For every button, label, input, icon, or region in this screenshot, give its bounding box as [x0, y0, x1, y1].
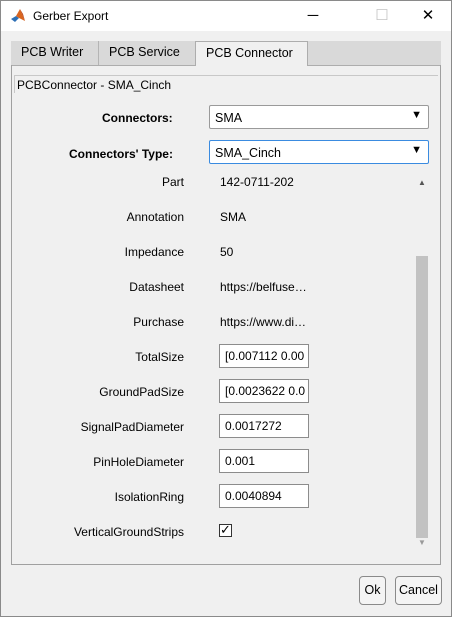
property-value-part: 142-0711-202: [220, 175, 294, 189]
chevron-down-icon: ▼: [411, 144, 422, 156]
close-button[interactable]: ✕: [405, 1, 451, 31]
property-label-purchase: Purchase: [133, 315, 184, 329]
connectors-label: Connectors:: [102, 111, 173, 125]
window-title: Gerber Export: [33, 9, 109, 23]
cancel-button[interactable]: Cancel: [395, 576, 442, 605]
property-label-pin-hole-diameter: PinHoleDiameter: [93, 455, 184, 469]
vertical-ground-strips-checkbox[interactable]: ✓: [219, 522, 232, 537]
chevron-down-icon: ▼: [411, 109, 422, 121]
minimize-icon: ─: [307, 7, 319, 24]
property-label-vertical-ground-strips: VerticalGroundStrips: [73, 525, 184, 539]
tab-pcb-connector[interactable]: PCB Connector: [195, 41, 308, 66]
property-value-annotation: SMA: [220, 210, 247, 224]
maximize-button: ☐: [359, 1, 405, 31]
tab-bar: PCB Writer PCB Service PCB Connector: [11, 41, 441, 66]
connectors-dropdown[interactable]: SMA ▼: [209, 105, 429, 129]
isolation-ring-field[interactable]: 0.0040894: [219, 484, 309, 508]
property-label-part: Part: [161, 175, 184, 189]
total-size-field[interactable]: [0.007112 0.00: [219, 344, 309, 368]
scroll-up-arrow-icon[interactable]: ▲: [416, 178, 428, 190]
tab-pcb-service[interactable]: PCB Service: [99, 41, 196, 65]
property-value-purchase[interactable]: https://www.di…: [220, 315, 306, 329]
property-label-annotation: Annotation: [126, 210, 184, 224]
tab-pcb-writer[interactable]: PCB Writer: [11, 41, 99, 65]
property-label-signal-pad-diameter: SignalPadDiameter: [80, 420, 184, 434]
connectors-type-dropdown[interactable]: SMA_Cinch ▼: [209, 140, 429, 164]
ok-button[interactable]: Ok: [359, 576, 386, 605]
maximize-icon: ☐: [375, 7, 389, 24]
property-label-impedance: Impedance: [124, 245, 184, 259]
scrollbar-thumb[interactable]: [416, 256, 428, 538]
ground-pad-size-field[interactable]: [0.0023622 0.0: [219, 379, 309, 403]
connectors-selected-value: SMA: [215, 111, 243, 125]
connectors-type-label: Connectors' Type:: [69, 147, 173, 161]
title-bar: Gerber Export ─ ☐ ✕: [1, 1, 451, 31]
property-label-datasheet: Datasheet: [129, 280, 184, 294]
property-value-impedance: 50: [220, 245, 234, 259]
property-label-ground-pad-size: GroundPadSize: [99, 385, 184, 399]
property-label-isolation-ring: IsolationRing: [114, 490, 184, 504]
property-label-total-size: TotalSize: [135, 350, 184, 364]
minimize-button[interactable]: ─: [290, 1, 336, 31]
matlab-logo-icon: [11, 9, 25, 22]
scroll-down-arrow-icon[interactable]: ▼: [416, 538, 428, 550]
property-value-datasheet[interactable]: https://belfuse…: [220, 280, 307, 294]
pin-hole-diameter-field[interactable]: 0.001: [219, 449, 309, 473]
panel-title: PCBConnector - SMA_Cinch: [17, 78, 176, 92]
close-icon: ✕: [421, 7, 435, 24]
checkmark-icon: ✓: [220, 522, 231, 537]
connectors-type-selected-value: SMA_Cinch: [215, 146, 281, 160]
signal-pad-diameter-field[interactable]: 0.0017272: [219, 414, 309, 438]
